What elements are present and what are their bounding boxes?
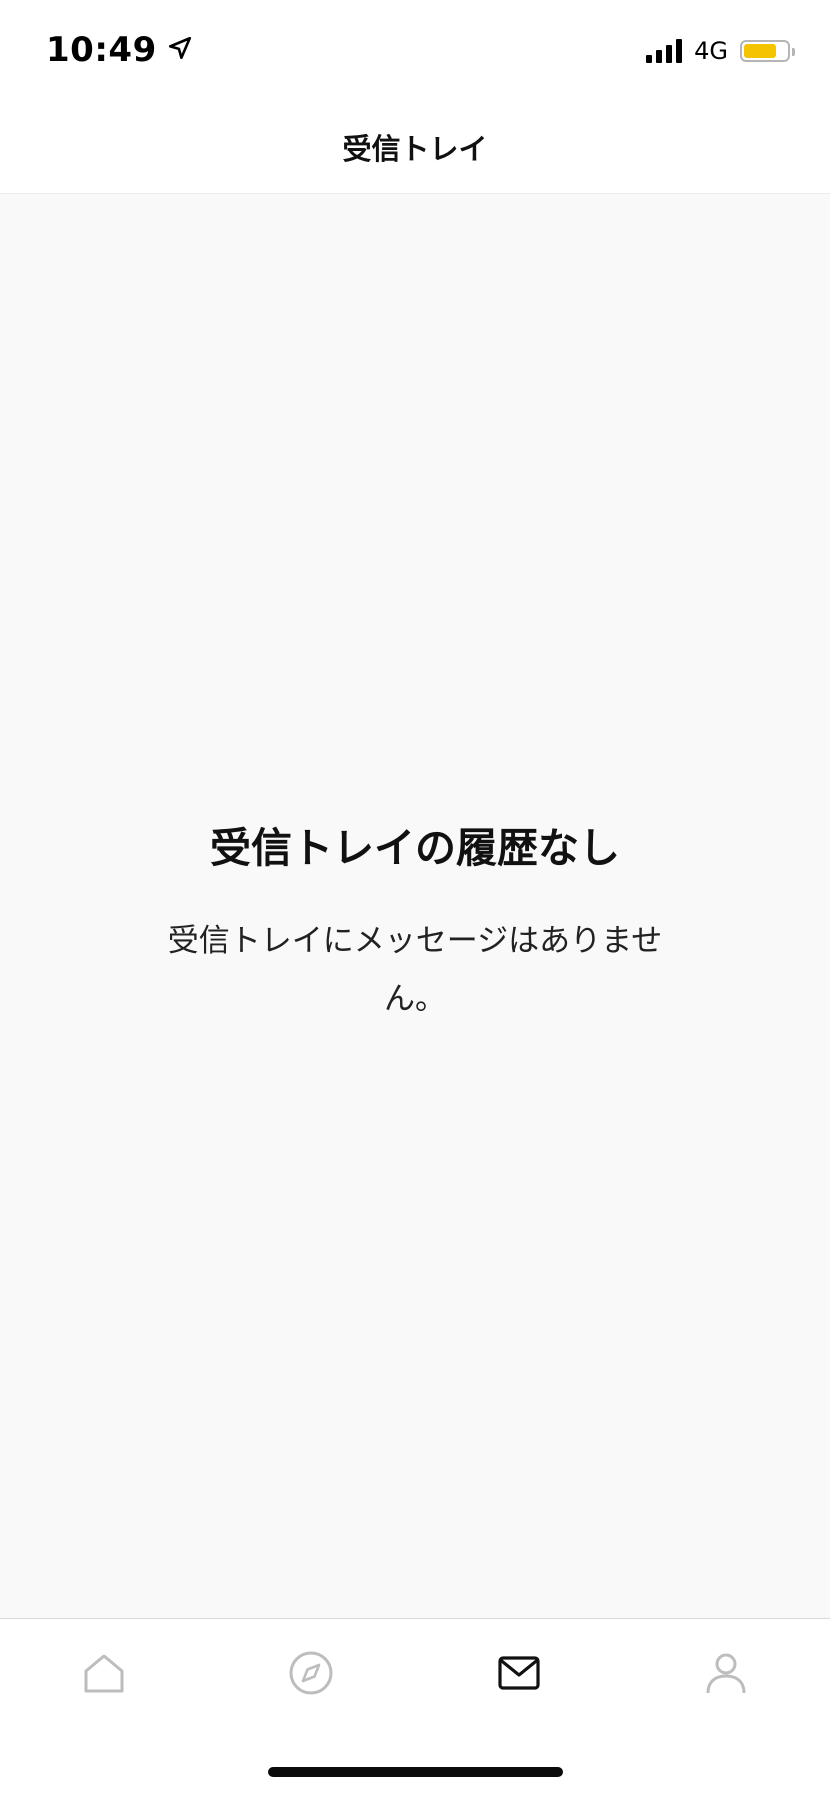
tab-discover[interactable] [281,1647,341,1703]
status-time: 10:49 [46,30,193,70]
location-arrow-icon [167,30,193,70]
compass-icon [288,1650,334,1700]
home-indicator [268,1767,563,1777]
network-label: 4G [694,37,728,65]
inbox-content: 受信トレイの履歴なし 受信トレイにメッセージはありません。 [0,194,830,1618]
nav-header: 受信トレイ [0,100,830,194]
status-bar: 10:49 4G [0,0,830,100]
battery-icon [740,40,795,62]
empty-state-description: 受信トレイにメッセージはありません。 [167,923,663,1017]
tab-home[interactable] [74,1647,134,1703]
page-title: 受信トレイ [342,131,488,166]
profile-icon [704,1651,748,1699]
status-time-text: 10:49 [46,30,157,70]
mail-icon [497,1655,541,1695]
battery-level [744,44,776,58]
tab-profile[interactable] [696,1647,756,1703]
tab-inbox[interactable] [489,1647,549,1703]
signal-icon [646,39,683,63]
empty-state: 受信トレイの履歴なし 受信トレイにメッセージはありません。 [0,814,830,1028]
home-icon [82,1651,126,1699]
empty-state-title: 受信トレイの履歴なし [210,824,620,872]
status-indicators: 4G [646,36,795,66]
